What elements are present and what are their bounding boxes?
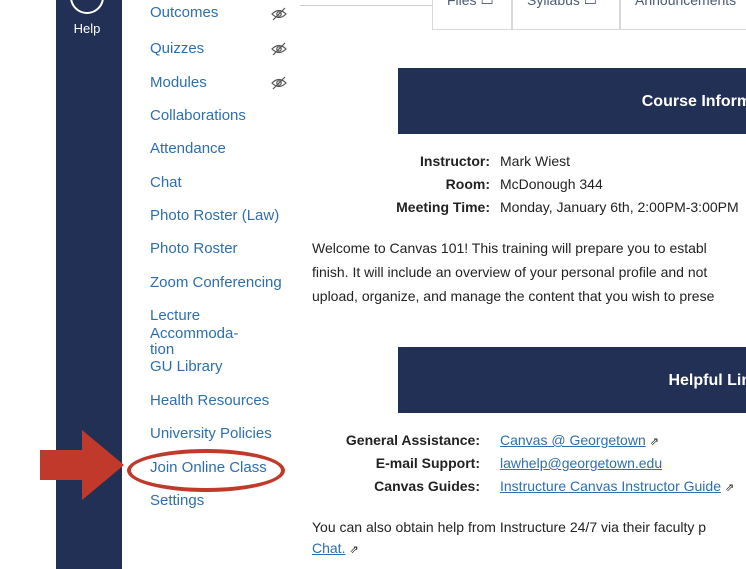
instructor-value: Mark Wiest [500,153,570,169]
welcome-line-2: finish. It will include an overview of y… [312,264,708,280]
canvas-guides-link[interactable]: Instructure Canvas Instructor Guide ⇗ [500,478,734,494]
external-link-icon: ⇗ [649,436,659,448]
course-info-banner: Course Informa [398,68,746,134]
nav-item-collaborations[interactable]: Collaborations [150,107,290,125]
nav-item-photo-roster-law[interactable]: Photo Roster (Law) [150,207,290,225]
help-icon[interactable] [70,0,104,14]
nav-item-modules[interactable]: Modules [150,74,290,92]
tab-announcements[interactable]: Announcements [620,0,746,30]
nav-item-photo-roster[interactable]: Photo Roster [150,240,290,258]
nav-item-gu-library[interactable]: GU Library [150,358,290,376]
nav-item-health-resources[interactable]: Health Resources [150,392,290,410]
welcome-line-3: upload, organize, and manage the content… [312,288,715,304]
email-support-label: E-mail Support: [375,455,480,471]
eye-slash-icon [271,42,287,56]
helpful-links-banner: Helpful Link [398,347,746,413]
nav-item-attendance[interactable]: Attendance [150,140,290,158]
meeting-time-label: Meeting Time: [396,199,490,215]
welcome-line-1: Welcome to Canvas 101! This training wil… [312,240,707,256]
room-label: Room: [445,176,490,192]
nav-item-quizzes[interactable]: Quizzes [150,40,290,58]
nav-item-chat[interactable]: Chat [150,174,290,192]
tab-syllabus[interactable]: Syllabus ▭ [512,0,620,30]
tab-files[interactable]: Files ▭ [432,0,512,30]
canvas-georgetown-link[interactable]: Canvas @ Georgetown ⇗ [500,432,659,448]
general-assistance-label: General Assistance: [345,432,480,448]
helpful-links-title: Helpful Link [668,372,746,389]
highlight-ring [127,449,285,492]
external-link-icon: ⇗ [725,482,735,494]
help-label[interactable]: Help [56,21,118,36]
meeting-time-value: Monday, January 6th, 2:00PM-3:00PM [500,199,739,215]
eye-slash-icon [271,76,287,90]
main-content: Files ▭ Syllabus ▭ Announcements Course … [300,0,746,569]
footer-line: You can also obtain help from Instructur… [312,519,707,535]
nav-item-lecture-accommodation[interactable]: Lecture Accommoda- tion [150,307,290,357]
nav-item-settings[interactable]: Settings [150,492,290,510]
chat-link[interactable]: Chat. ⇗ [312,540,359,556]
nav-item-zoom-conferencing[interactable]: Zoom Conferencing [150,274,290,292]
red-arrow-icon [40,430,124,500]
nav-item-outcomes[interactable]: Outcomes [150,4,290,22]
instructor-label: Instructor: [420,153,490,169]
nav-item-university-policies[interactable]: University Policies [150,425,290,443]
eye-slash-icon [271,7,287,21]
external-link-icon: ⇗ [349,544,359,556]
room-value: McDonough 344 [500,176,603,192]
nav-item-label-line1: Lecture Accommoda- [150,307,239,342]
course-info-title: Course Informa [641,93,746,110]
canvas-guides-label: Canvas Guides: [374,478,480,494]
email-support-link[interactable]: lawhelp@georgetown.edu [500,455,662,471]
nav-item-label-line2: tion [150,341,175,358]
